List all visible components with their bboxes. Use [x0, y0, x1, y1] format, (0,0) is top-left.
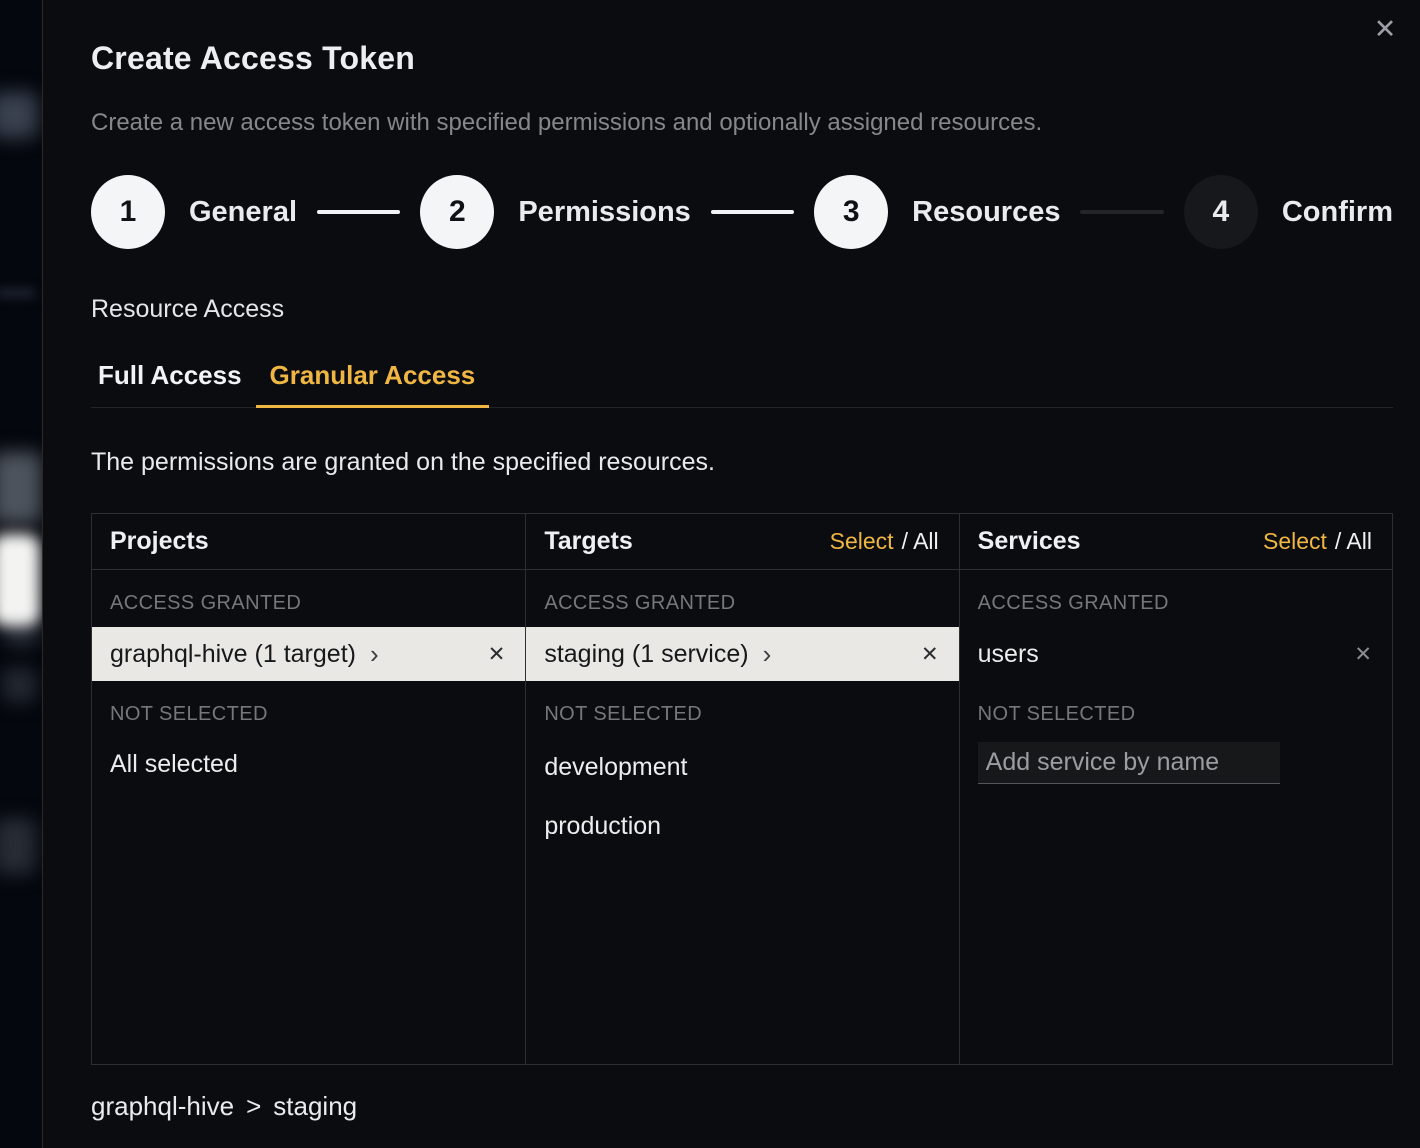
chevron-right-icon: ›	[763, 639, 772, 670]
select-link[interactable]: Select	[830, 528, 894, 555]
resource-access-heading: Resource Access	[91, 295, 1392, 324]
step-resources[interactable]: 3 Resources	[814, 175, 1060, 249]
remove-target-icon[interactable]: ✕	[921, 642, 939, 666]
step-label: Confirm	[1282, 196, 1393, 229]
projects-column: Projects ACCESS GRANTED graphql-hive (1 …	[92, 514, 525, 1064]
modal-title: Create Access Token	[91, 40, 1392, 77]
target-list-item[interactable]: development	[526, 738, 958, 797]
create-access-token-modal: ✕ Create Access Token Create a new acces…	[42, 0, 1420, 1148]
step-number: 4	[1184, 175, 1258, 249]
modal-description: Create a new access token with specified…	[91, 109, 1392, 137]
projects-header: Projects	[92, 514, 525, 570]
project-selected-label: graphql-hive (1 target)	[110, 640, 356, 669]
targets-header: Targets Select / All	[526, 514, 958, 570]
step-label: Permissions	[518, 196, 690, 229]
stepper-connector	[317, 210, 400, 214]
remove-service-icon[interactable]: ✕	[1354, 642, 1372, 666]
services-select-all[interactable]: Select / All	[1263, 528, 1372, 555]
not-selected-label: NOT SELECTED	[110, 703, 507, 726]
project-selected-row[interactable]: graphql-hive (1 target) › ✕	[92, 627, 525, 681]
services-column: Services Select / All ACCESS GRANTED use…	[959, 514, 1392, 1064]
resource-picker-table: Projects ACCESS GRANTED graphql-hive (1 …	[91, 513, 1393, 1065]
not-selected-label: NOT SELECTED	[544, 703, 940, 726]
step-number: 3	[814, 175, 888, 249]
targets-select-all[interactable]: Select / All	[830, 528, 939, 555]
access-granted-label: ACCESS GRANTED	[110, 592, 507, 615]
stepper-connector	[711, 210, 794, 214]
all-link[interactable]: / All	[902, 528, 939, 555]
step-permissions[interactable]: 2 Permissions	[420, 175, 690, 249]
step-number: 2	[420, 175, 494, 249]
chevron-right-icon: ›	[370, 639, 379, 670]
access-granted-label: ACCESS GRANTED	[978, 592, 1374, 615]
remove-project-icon[interactable]: ✕	[488, 642, 506, 666]
step-confirm[interactable]: 4 Confirm	[1184, 175, 1393, 249]
targets-column: Targets Select / All ACCESS GRANTED stag…	[525, 514, 958, 1064]
blurred-nav-item	[0, 452, 42, 524]
service-label: users	[978, 640, 1039, 669]
step-label: Resources	[912, 196, 1060, 229]
blurred-nav-item	[0, 818, 36, 874]
target-list-item[interactable]: production	[526, 797, 958, 856]
blurred-nav-item	[0, 92, 38, 138]
stepper-connector	[1080, 210, 1163, 214]
access-mode-tabs: Full Access Granular Access	[91, 352, 1393, 408]
service-granted-row: users ✕	[960, 627, 1392, 681]
tab-granular-access[interactable]: Granular Access	[256, 352, 490, 408]
breadcrumb-target: staging	[273, 1091, 357, 1122]
close-icon[interactable]: ✕	[1368, 12, 1402, 46]
tab-full-access[interactable]: Full Access	[91, 352, 256, 408]
access-granted-label: ACCESS GRANTED	[544, 592, 940, 615]
breadcrumb-project: graphql-hive	[91, 1091, 234, 1122]
blurred-background-app	[0, 0, 42, 1148]
select-link[interactable]: Select	[1263, 528, 1327, 555]
breadcrumb: graphql-hive > staging	[91, 1091, 1392, 1122]
wizard-stepper: 1 General 2 Permissions 3 Resources 4 Co…	[91, 175, 1393, 249]
blurred-card	[0, 534, 40, 626]
projects-status-text: All selected	[92, 738, 525, 791]
breadcrumb-separator: >	[246, 1091, 261, 1122]
granular-access-note: The permissions are granted on the speci…	[91, 448, 1392, 477]
blurred-nav-item	[2, 668, 36, 702]
all-link[interactable]: / All	[1335, 528, 1372, 555]
step-label: General	[189, 196, 297, 229]
add-service-input[interactable]	[978, 742, 1280, 784]
blurred-divider	[0, 288, 36, 298]
step-number: 1	[91, 175, 165, 249]
targets-title: Targets	[544, 527, 632, 556]
not-selected-label: NOT SELECTED	[978, 703, 1374, 726]
step-general[interactable]: 1 General	[91, 175, 297, 249]
target-selected-row[interactable]: staging (1 service) › ✕	[526, 627, 958, 681]
services-header: Services Select / All	[960, 514, 1392, 570]
services-title: Services	[978, 527, 1081, 556]
projects-title: Projects	[110, 527, 209, 556]
target-selected-label: staging (1 service)	[544, 640, 748, 669]
